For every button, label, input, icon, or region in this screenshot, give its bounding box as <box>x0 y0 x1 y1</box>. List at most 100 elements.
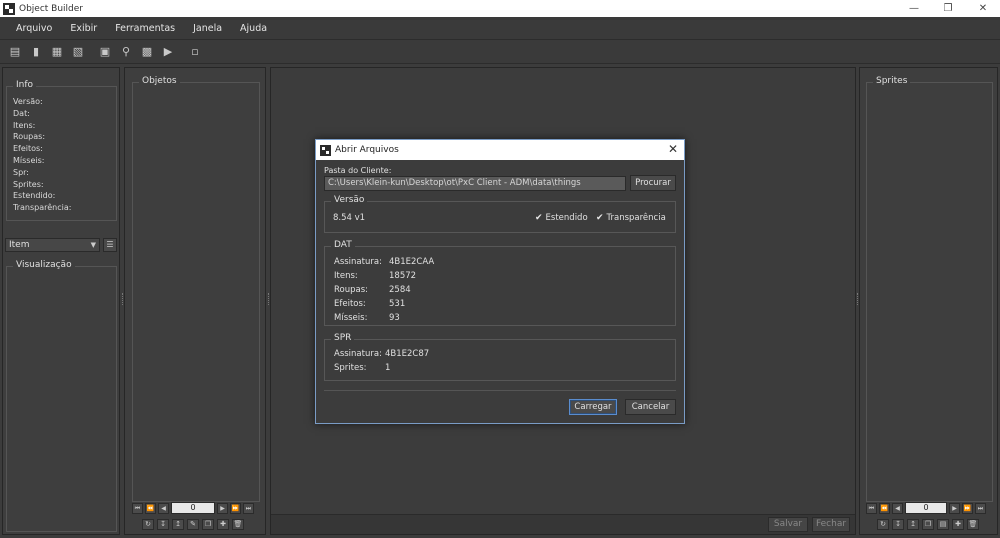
check-icon: ✔ <box>535 213 543 223</box>
new-file-icon[interactable]: ▤ <box>8 45 22 59</box>
preview-title: Visualização <box>13 260 75 270</box>
app-logo-icon <box>3 2 15 15</box>
import-icon[interactable]: ↧ <box>157 519 169 530</box>
extended-checkbox[interactable]: ✔ Estendido <box>535 213 588 223</box>
dialog-divider <box>324 390 676 391</box>
replace-icon[interactable]: ↻ <box>142 519 154 530</box>
spr-signature-value: 4B1E2C87 <box>385 349 430 359</box>
close-window-icon[interactable]: ✕ <box>966 0 1000 17</box>
open-folder-icon[interactable]: ▮ <box>29 45 43 59</box>
spr-group: SPR Assinatura: 4B1E2C87 Sprites: 1 <box>324 333 676 381</box>
compile-icon[interactable]: ▦ <box>50 45 64 59</box>
info-line-effects: Efeitos: <box>13 144 43 154</box>
menu-ajuda[interactable]: Ajuda <box>231 23 276 34</box>
search-icon[interactable]: ⚲ <box>119 45 133 59</box>
load-button[interactable]: Carregar <box>569 399 617 415</box>
menu-ferramentas[interactable]: Ferramentas <box>106 23 184 34</box>
type-select-value: Item <box>9 240 30 250</box>
delete-icon[interactable]: 🗑 <box>232 519 244 530</box>
check-icon: ✔ <box>596 213 604 223</box>
dat-missiles-value: 93 <box>389 313 400 323</box>
menu-janela[interactable]: Janela <box>184 23 231 34</box>
version-value: 8.54 v1 <box>333 213 366 223</box>
export-icon[interactable]: ↥ <box>907 519 919 530</box>
play-icon[interactable]: ▶ <box>161 45 175 59</box>
open-files-dialog: Abrir Arquivos ✕ Pasta do Cliente: C:\Us… <box>315 139 685 424</box>
dat-title: DAT <box>331 240 355 250</box>
dat-group: DAT Assinatura: 4B1E2CAA Itens: 18572 Ro… <box>324 240 676 326</box>
menu-arquivo[interactable]: Arquivo <box>7 23 61 34</box>
spr-sprites-label: Sprites: <box>334 363 367 373</box>
paste-icon[interactable]: ▤ <box>937 519 949 530</box>
info-line-sprites: Sprites: <box>13 179 44 189</box>
close-button[interactable]: Fechar <box>812 517 850 532</box>
dat-items-value: 18572 <box>389 271 417 281</box>
fast-back-icon[interactable]: ⏪ <box>145 502 156 514</box>
duplicate-icon[interactable]: ❐ <box>202 519 214 530</box>
spr-signature-label: Assinatura: <box>334 349 382 359</box>
objects-page-input[interactable]: 0 <box>171 502 215 514</box>
type-select[interactable]: Item ▼ <box>5 238 100 252</box>
replace-icon[interactable]: ↻ <box>877 519 889 530</box>
fast-forward-icon[interactable]: ⏩ <box>962 502 973 514</box>
dat-outfits-label: Roupas: <box>334 285 369 295</box>
info-line-dat: Dat: <box>13 108 30 118</box>
sprites-title: Sprites <box>873 76 911 86</box>
sprites-pager: ⏮ ⏪ ◀ 0 ▶ ⏩ ⏭ <box>866 502 988 514</box>
dialog-title: Abrir Arquivos <box>335 145 399 155</box>
next-icon[interactable]: ▶ <box>949 502 960 514</box>
new-object-icon[interactable]: ✚ <box>217 519 229 530</box>
info-line-outfits: Roupas: <box>13 132 46 142</box>
spr-sprites-value: 1 <box>385 363 391 373</box>
merge-icon[interactable]: ▣ <box>98 45 112 59</box>
first-page-icon[interactable]: ⏮ <box>132 502 143 514</box>
info-line-extended: Estendido: <box>13 191 56 201</box>
fast-forward-icon[interactable]: ⏩ <box>230 502 241 514</box>
delete-icon[interactable]: 🗑 <box>967 519 979 530</box>
export-icon[interactable]: ↥ <box>172 519 184 530</box>
transparency-checkbox[interactable]: ✔ Transparência <box>596 213 666 223</box>
compile-as-icon[interactable]: ▧ <box>71 45 85 59</box>
first-page-icon[interactable]: ⏮ <box>866 502 877 514</box>
import-icon[interactable]: ↧ <box>892 519 904 530</box>
sprites-page-input[interactable]: 0 <box>905 502 947 514</box>
prev-icon[interactable]: ◀ <box>158 502 169 514</box>
info-group: Info Versão: Dat: Itens: Roupas: Efeitos… <box>6 80 117 221</box>
objects-actions: ↻ ↧ ↥ ✎ ❐ ✚ 🗑 <box>142 519 247 530</box>
restore-icon[interactable]: ❐ <box>931 0 965 17</box>
chevron-down-icon: ▼ <box>90 241 96 249</box>
next-icon[interactable]: ▶ <box>217 502 228 514</box>
sprites-panel: Sprites ⏮ ⏪ ◀ 0 ▶ ⏩ ⏭ ↻ ↧ ↥ ❐ ▤ ✚ 🗑 <box>859 67 998 535</box>
version-title: Versão <box>331 195 368 205</box>
extended-label: Estendido <box>545 213 588 223</box>
client-folder-input[interactable]: C:\Users\Klein-kun\Desktop\ot\PxC Client… <box>324 176 626 191</box>
last-page-icon[interactable]: ⏭ <box>243 502 254 514</box>
menu-exibir[interactable]: Exibir <box>61 23 106 34</box>
spr-title: SPR <box>331 333 355 343</box>
preview-group: Visualização <box>6 260 117 532</box>
prev-icon[interactable]: ◀ <box>892 502 903 514</box>
info-line-items: Itens: <box>13 120 36 130</box>
log-window-icon[interactable]: ▫ <box>188 45 202 59</box>
client-folder-label: Pasta do Cliente: <box>324 166 392 175</box>
last-page-icon[interactable]: ⏭ <box>975 502 986 514</box>
sprite-grid-icon[interactable]: ▩ <box>140 45 154 59</box>
menu-bar: Arquivo Exibir Ferramentas Janela Ajuda <box>0 17 1000 39</box>
fast-back-icon[interactable]: ⏪ <box>879 502 890 514</box>
copy-icon[interactable]: ❐ <box>922 519 934 530</box>
splitter-left[interactable] <box>122 293 124 305</box>
list-view-icon[interactable]: ☰ <box>103 238 117 252</box>
transparency-label: Transparência <box>606 213 666 223</box>
close-icon[interactable]: ✕ <box>668 142 678 156</box>
save-button[interactable]: Salvar <box>768 517 808 532</box>
new-sprite-icon[interactable]: ✚ <box>952 519 964 530</box>
objects-list-group: Objetos <box>132 76 260 502</box>
browse-button[interactable]: Procurar <box>630 175 676 191</box>
cancel-button[interactable]: Cancelar <box>625 399 676 415</box>
edit-icon[interactable]: ✎ <box>187 519 199 530</box>
dialog-titlebar: Abrir Arquivos ✕ <box>316 140 684 160</box>
info-line-missiles: Mísseis: <box>13 155 45 165</box>
minimize-icon[interactable]: — <box>897 0 931 17</box>
app-logo-icon <box>320 144 331 156</box>
version-group: Versão 8.54 v1 ✔ Estendido ✔ Transparência <box>324 195 676 233</box>
